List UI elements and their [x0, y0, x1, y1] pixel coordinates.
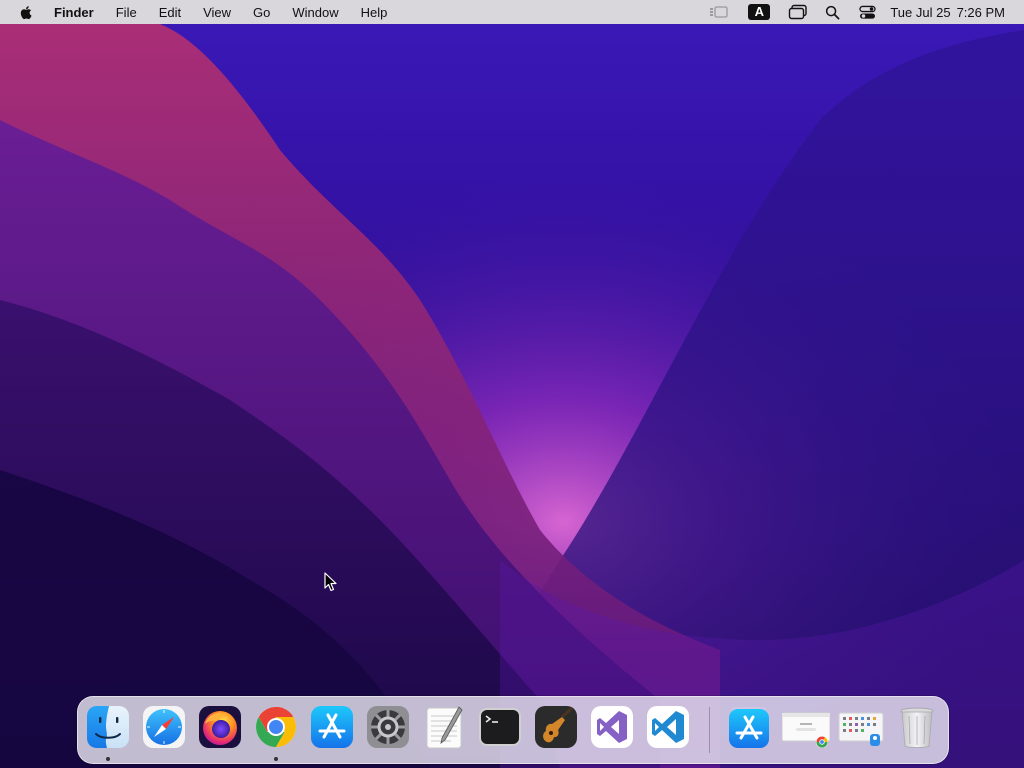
garageband-icon	[535, 706, 577, 748]
desktop-wallpaper	[0, 0, 1024, 768]
stage-manager-status-icon[interactable]	[708, 0, 730, 24]
dock	[77, 696, 949, 764]
chrome-icon	[256, 707, 296, 747]
menu-help[interactable]: Help	[361, 5, 388, 20]
dock-item-vscode[interactable]	[645, 704, 691, 750]
visual-studio-icon	[591, 706, 633, 748]
control-center-icon[interactable]	[858, 0, 876, 24]
apps-folder-icon	[838, 712, 884, 746]
menu-window[interactable]: Window	[292, 5, 338, 20]
dock-item-chrome-window[interactable]	[782, 704, 830, 750]
dock-item-app-store[interactable]	[309, 704, 355, 750]
dock-item-firefox[interactable]	[197, 704, 243, 750]
spotlight-search-icon[interactable]	[824, 0, 840, 24]
apple-menu-icon[interactable]	[19, 4, 35, 20]
safari-icon	[143, 706, 185, 748]
vscode-icon	[647, 706, 689, 748]
dock-item-system-settings[interactable]	[365, 704, 411, 750]
menu-bar-clock[interactable]: Tue Jul 25 7:26 PM	[890, 5, 1005, 20]
dock-item-safari[interactable]	[141, 704, 187, 750]
dock-item-textedit[interactable]	[421, 704, 467, 750]
firefox-icon	[199, 706, 241, 748]
chrome-window-thumbnail-icon	[782, 712, 830, 748]
menu-edit[interactable]: Edit	[159, 5, 181, 20]
menu-file[interactable]: File	[116, 5, 137, 20]
dock-item-terminal[interactable]	[477, 704, 523, 750]
input-source-icon[interactable]: A	[748, 0, 771, 24]
clock-date: Tue Jul 25	[890, 4, 951, 20]
mouse-pointer-icon	[324, 572, 337, 592]
terminal-icon	[479, 708, 521, 746]
app-store-icon	[311, 706, 353, 748]
finder-running-indicator	[106, 757, 110, 761]
dock-item-finder[interactable]	[85, 704, 131, 750]
dock-item-apps-folder[interactable]	[838, 704, 884, 750]
screen-mirroring-icon[interactable]	[788, 0, 808, 24]
dock-item-trash[interactable]	[894, 704, 940, 750]
menu-go[interactable]: Go	[253, 5, 270, 20]
dock-separator	[709, 707, 710, 753]
menu-view[interactable]: View	[203, 5, 231, 20]
dock-item-chrome[interactable]	[253, 704, 299, 750]
trash-icon	[900, 707, 934, 748]
system-settings-icon	[367, 706, 409, 748]
menu-bar: Finder File Edit View Go Window Help A T…	[0, 0, 1024, 24]
textedit-icon	[426, 706, 463, 749]
chrome-running-indicator	[274, 757, 278, 761]
dock-item-visual-studio[interactable]	[589, 704, 635, 750]
dock-item-garageband[interactable]	[533, 704, 579, 750]
finder-icon	[87, 706, 129, 748]
dock-item-app-store-downloads[interactable]	[726, 704, 772, 750]
input-source-label: A	[748, 4, 771, 20]
app-store-folder-icon	[729, 707, 769, 748]
clock-time: 7:26 PM	[956, 4, 1005, 20]
menu-app-finder[interactable]: Finder	[54, 5, 94, 20]
